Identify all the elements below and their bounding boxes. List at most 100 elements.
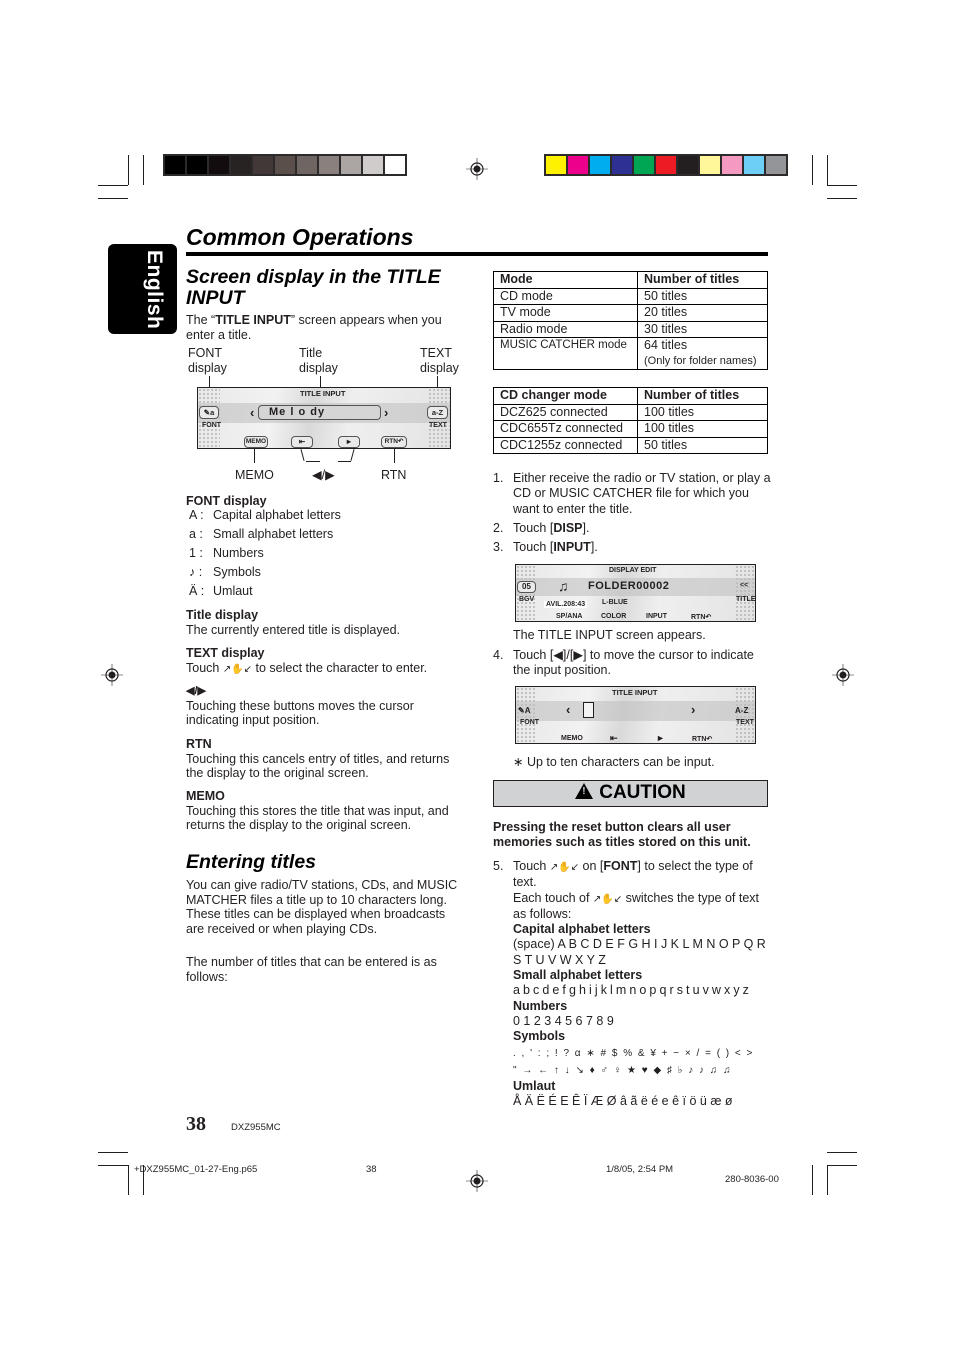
table-cell: 100 titles — [637, 420, 768, 438]
font-type-desc: Numbers — [213, 546, 264, 560]
part-code: 280-8036-00 — [725, 1174, 779, 1185]
crop-mark — [128, 155, 129, 185]
font-type-key: A : — [189, 508, 204, 522]
caution-label: CAUTION — [599, 782, 686, 803]
umlaut-letters: Å Ä Ë É E Ê Ï Æ Ø â ã ë é e ê ï ö ü æ ø — [513, 1093, 733, 1108]
cursor-right-arrow[interactable]: › — [384, 405, 388, 420]
font-key[interactable]: ✎A — [518, 706, 530, 715]
cursor-next-key[interactable]: ► — [656, 733, 665, 743]
font-type-desc: Capital alphabet letters — [213, 508, 341, 522]
language-tab-label: English — [143, 250, 166, 330]
symbols-line: " → ← ↑ ↓ ↘ ♦ ♂ ♀ ★ ♥ ◆ ♯ ♭ ♪ ♪ ♫ ♫ — [513, 1064, 733, 1076]
steps-list-4: 4. Touch [◀]/[▶] to move the cursor to in… — [493, 648, 771, 679]
cd-changer-table: CD changer mode Number of titles DCZ625 … — [493, 387, 768, 455]
color-swatch — [275, 156, 295, 174]
table-row: CDC1255z connected 50 titles — [493, 436, 768, 455]
text-caption: TEXT — [429, 422, 447, 429]
small-letters: a b c d e f g h i j k l m n o p q r s t … — [513, 983, 749, 998]
crop-mark — [827, 1152, 857, 1153]
color-swatch — [744, 156, 764, 174]
cursor-prev-key[interactable]: ⇤ — [291, 436, 313, 448]
sp-ana-key[interactable]: SP/ANA — [556, 613, 582, 620]
title-rule — [186, 252, 768, 256]
font-display-list: A : Capital alphabet letters a : Small alph… — [189, 508, 341, 603]
rtn-key[interactable]: RTN↶ — [381, 436, 407, 448]
label-title-display: Title display — [299, 346, 338, 375]
table-row: DCZ625 connected 100 titles — [493, 403, 768, 422]
font-key-label: a — [210, 408, 215, 417]
registration-mark-icon — [832, 664, 854, 686]
registration-mark-icon — [466, 1170, 488, 1192]
table-header: Mode — [493, 271, 638, 289]
color-swatch — [678, 156, 698, 174]
font-key[interactable]: ✎a — [199, 406, 219, 419]
font-type-item: A : Capital alphabet letters — [189, 508, 341, 527]
step-text: Touch [ — [513, 520, 554, 535]
folder-name: FOLDER00002 — [588, 580, 670, 592]
file-page: 38 — [366, 1164, 377, 1175]
color-swatch — [187, 156, 207, 174]
numbers: 0 1 2 3 4 5 6 7 8 9 — [513, 1013, 614, 1028]
caution-banner: CAUTION — [493, 780, 768, 807]
crop-mark — [812, 155, 813, 185]
crop-mark — [827, 155, 828, 185]
step-2: 2. Touch [DISP]. — [493, 521, 771, 536]
step-5-line2: Each touch of ↗✋↙ switches the type of t… — [513, 891, 771, 923]
step-4: 4. Touch [◀]/[▶] to move the cursor to in… — [493, 648, 771, 679]
cursor-right-arrow[interactable]: › — [691, 702, 695, 717]
callout-line — [306, 461, 320, 462]
color-swatch — [568, 156, 588, 174]
crop-mark — [827, 1165, 828, 1195]
table-cell-note: (Only for folder names) — [644, 354, 757, 367]
input-key[interactable]: INPUT — [646, 613, 667, 620]
table-cell: 30 titles — [637, 320, 768, 339]
step-text: Touch [◀]/[▶] to move the cursor to indi… — [513, 648, 754, 678]
table-cell: 64 titles (Only for folder names) — [637, 337, 768, 371]
text-key[interactable]: A-Z — [735, 706, 748, 715]
section-intro: The “TITLE INPUT” screen appears when yo… — [186, 313, 466, 342]
font-type-desc: Umlaut — [213, 584, 253, 598]
color-swatch — [590, 156, 610, 174]
cursor-left-arrow[interactable]: ‹ — [250, 405, 254, 420]
capital-heading: Capital alphabet letters — [513, 922, 651, 937]
step-1: 1. Either receive the radio or TV station… — [493, 471, 771, 517]
crop-mark — [812, 1165, 813, 1195]
font-type-item: a : Small alphabet letters — [189, 527, 341, 546]
memo-heading: MEMO — [186, 789, 225, 803]
registration-mark-icon — [101, 664, 123, 686]
rtn-key[interactable]: RTN↶ — [692, 735, 712, 743]
registration-mark-icon — [466, 158, 488, 180]
table-header-row: Mode Number of titles — [493, 271, 768, 289]
crop-mark — [827, 185, 857, 186]
color-swatch — [341, 156, 361, 174]
arrows-heading: ◀/▶ — [186, 685, 206, 697]
step-button-name: DISP — [553, 520, 583, 535]
section-heading-screen-display: Screen display in the TITLE INPUT — [186, 266, 441, 309]
text-display-text: to select the character to enter. — [252, 660, 428, 675]
input-cursor — [583, 702, 594, 718]
model-name: DXZ955MC — [231, 1122, 281, 1133]
cursor-next-key[interactable]: ► — [338, 436, 360, 448]
back-icon[interactable]: << — [740, 582, 748, 589]
cursor-prev-key[interactable]: ⇤ — [610, 733, 618, 743]
color-key[interactable]: COLOR — [601, 613, 626, 620]
title-key[interactable]: TITLE — [736, 596, 755, 603]
memo-key[interactable]: MEMO — [244, 436, 268, 448]
color-swatch — [766, 156, 786, 174]
callout-line — [254, 449, 255, 463]
font-caption: FONT — [520, 719, 540, 726]
memo-text: Touching this stores the title that was … — [186, 803, 449, 833]
table-cell: CDC1255z connected — [493, 436, 638, 455]
table-cell: CDC655Tz connected — [493, 420, 638, 438]
color-swatch — [165, 156, 185, 174]
font-type-key: 1 : — [189, 546, 203, 560]
cursor-left-arrow[interactable]: ‹ — [566, 702, 570, 717]
font-display-block: FONT display — [186, 494, 466, 509]
step-5-line1: Touch ↗✋↙ on [FONT] to select the type o… — [513, 859, 771, 891]
color-calibration-bar — [544, 154, 788, 176]
bgv-label: BGV — [519, 596, 535, 603]
rtn-key[interactable]: RTN↶ — [691, 613, 711, 621]
crop-mark — [827, 1165, 857, 1166]
text-key[interactable]: a-Z — [427, 406, 448, 419]
memo-key[interactable]: MEMO — [561, 735, 583, 742]
